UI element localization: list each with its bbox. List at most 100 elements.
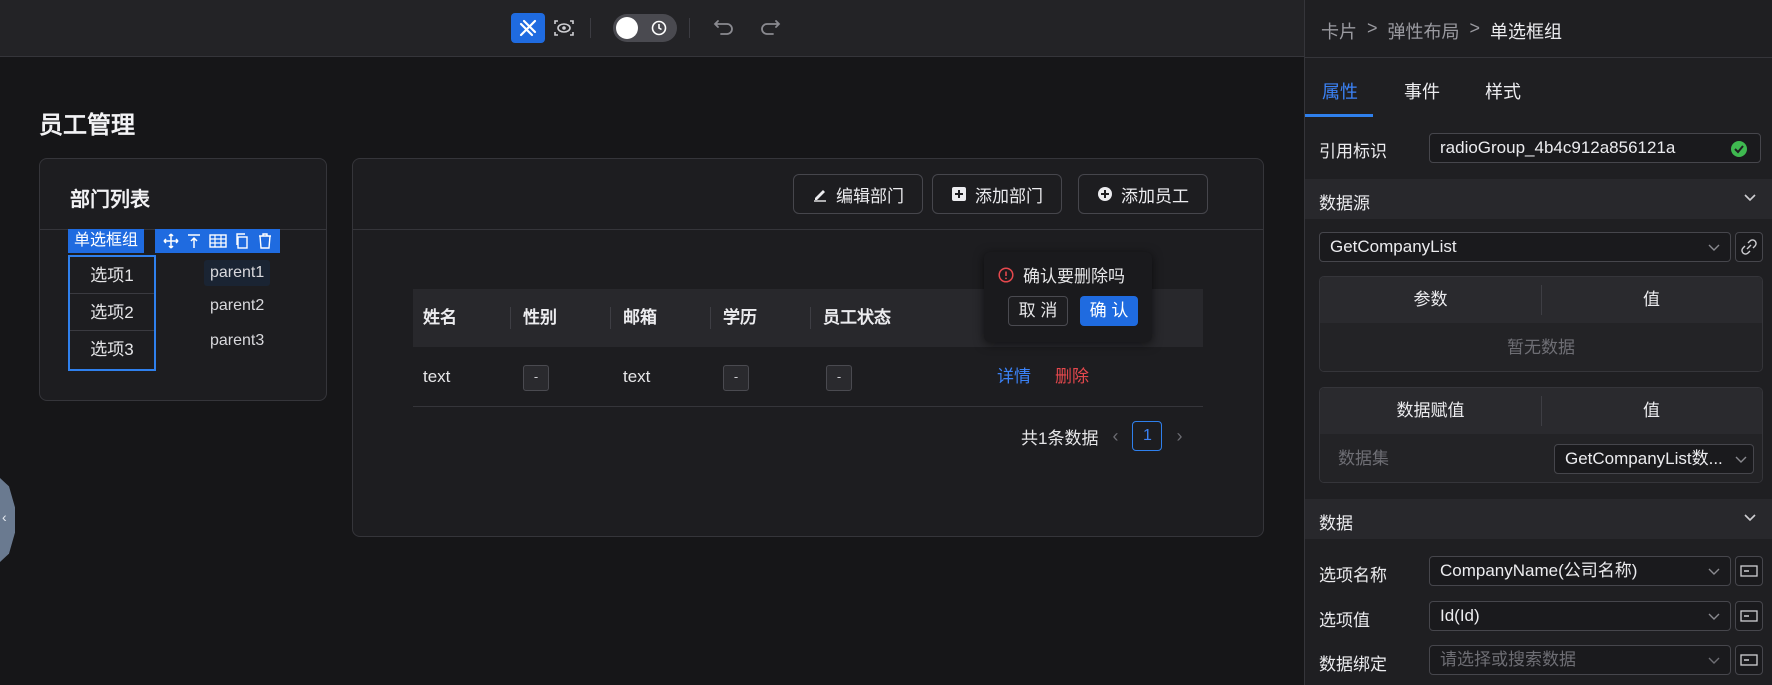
design-mode-button[interactable] bbox=[511, 13, 545, 43]
property-panel: 卡片 > 弹性布局 > 单选框组 属性 事件 样式 引用标识 radioGrou… bbox=[1304, 0, 1772, 685]
undo-icon[interactable] bbox=[712, 14, 736, 38]
plus-square-icon bbox=[952, 187, 966, 201]
add-department-label: 添加部门 bbox=[975, 186, 1043, 206]
warning-icon bbox=[998, 266, 1014, 283]
option-value-row: 选项值 bbox=[1319, 606, 1370, 631]
column-header: 邮箱 bbox=[623, 308, 657, 327]
params-table: 参数 值 暂无数据 bbox=[1319, 276, 1763, 372]
cancel-button[interactable]: 取 消 bbox=[1008, 296, 1068, 326]
department-card-title: 部门列表 bbox=[70, 189, 150, 211]
breadcrumb-item[interactable]: 弹性布局 bbox=[1388, 18, 1460, 44]
cell-education: - bbox=[723, 365, 749, 391]
tab-properties[interactable]: 属性 bbox=[1322, 78, 1358, 104]
tree-item[interactable]: parent2 bbox=[204, 295, 270, 330]
cell-status: - bbox=[826, 365, 852, 391]
column-header: 性别 bbox=[523, 308, 557, 327]
data-binding-select[interactable]: 请选择或搜索数据 bbox=[1429, 645, 1731, 675]
preview-eye-icon bbox=[554, 20, 574, 36]
radio-option[interactable]: 选项2 bbox=[70, 294, 154, 331]
popconfirm-text: 确认要删除吗 bbox=[1023, 267, 1125, 286]
chevron-down-icon bbox=[1735, 456, 1747, 463]
chevron-left-icon: ‹ bbox=[2, 509, 7, 525]
radio-option[interactable]: 选项1 bbox=[70, 257, 154, 294]
option-name-row: 选项名称 bbox=[1319, 561, 1387, 586]
option-value-select[interactable]: Id(Id) bbox=[1429, 601, 1731, 631]
add-department-button[interactable]: 添加部门 bbox=[932, 174, 1062, 214]
tab-styles[interactable]: 样式 bbox=[1485, 78, 1521, 104]
toggle-knob bbox=[616, 17, 638, 39]
data-binding-label: 数据绑定 bbox=[1319, 655, 1387, 674]
dataset-select[interactable]: GetCompanyList数... bbox=[1554, 444, 1754, 474]
option-name-select[interactable]: CompanyName(公司名称) bbox=[1429, 556, 1731, 586]
mode-switch-group bbox=[511, 13, 581, 43]
pagination: 共1条数据 ‹ 1 › bbox=[1021, 421, 1182, 451]
field-binding-button[interactable] bbox=[1735, 645, 1763, 675]
column-header: 数据赋值 bbox=[1396, 401, 1465, 420]
popconfirm-message: 确认要删除吗 bbox=[998, 262, 1125, 287]
cell-name: text bbox=[423, 367, 451, 386]
move-icon[interactable] bbox=[162, 233, 179, 249]
copy-icon[interactable] bbox=[234, 233, 250, 249]
page-number[interactable]: 1 bbox=[1132, 421, 1163, 451]
move-to-top-icon[interactable] bbox=[186, 233, 202, 249]
datasource-section-title: 数据源 bbox=[1319, 194, 1370, 213]
link-datasource-button[interactable] bbox=[1735, 232, 1763, 262]
cell-email: text bbox=[623, 367, 651, 386]
radio-group[interactable]: 选项1 选项2 选项3 bbox=[68, 255, 156, 371]
preview-mode-button[interactable] bbox=[547, 13, 581, 43]
selected-component-tag[interactable]: 单选框组 bbox=[68, 229, 145, 253]
component-toolbar bbox=[155, 229, 280, 253]
table-row: text - text - - 详情 删除 bbox=[413, 347, 1203, 407]
column-header: 学历 bbox=[723, 308, 757, 327]
input-box-icon bbox=[1740, 654, 1758, 666]
datasource-section-header[interactable]: 数据源 bbox=[1305, 179, 1772, 219]
add-employee-label: 添加员工 bbox=[1121, 186, 1189, 206]
detail-link[interactable]: 详情 bbox=[997, 347, 1031, 407]
delete-link[interactable]: 删除 bbox=[1055, 347, 1089, 407]
data-section-header[interactable]: 数据 bbox=[1305, 499, 1772, 539]
option-name-label: 选项名称 bbox=[1319, 566, 1387, 585]
plus-circle-icon bbox=[1098, 187, 1112, 201]
datasource-select[interactable]: GetCompanyList bbox=[1319, 232, 1731, 262]
ref-id-input[interactable]: radioGroup_4b4c912a856121a bbox=[1429, 133, 1761, 163]
trash-icon[interactable] bbox=[257, 233, 273, 249]
input-box-icon bbox=[1740, 565, 1758, 577]
column-header: 值 bbox=[1643, 401, 1660, 420]
radio-option[interactable]: 选项3 bbox=[70, 331, 154, 368]
moon-icon bbox=[651, 20, 667, 36]
column-header: 员工状态 bbox=[823, 308, 891, 327]
confirm-button[interactable]: 确 认 bbox=[1080, 296, 1138, 326]
prev-page-icon[interactable]: ‹ bbox=[1112, 426, 1118, 447]
top-toolbar bbox=[0, 0, 1304, 57]
theme-toggle[interactable] bbox=[613, 14, 677, 42]
tree-item[interactable]: parent3 bbox=[204, 330, 270, 365]
field-binding-button[interactable] bbox=[1735, 556, 1763, 586]
next-page-icon[interactable]: › bbox=[1176, 426, 1182, 447]
ref-id-label: 引用标识 bbox=[1319, 142, 1387, 161]
tab-events[interactable]: 事件 bbox=[1404, 78, 1440, 104]
breadcrumb-separator: > bbox=[1367, 18, 1378, 38]
add-employee-button[interactable]: 添加员工 bbox=[1078, 174, 1208, 214]
edit-department-button[interactable]: 编辑部门 bbox=[793, 174, 923, 214]
chevron-down-icon bbox=[1708, 244, 1720, 251]
assign-table-row: 数据集 GetCompanyList数... bbox=[1320, 434, 1762, 482]
dataset-label: 数据集 bbox=[1338, 449, 1389, 468]
active-tab-indicator bbox=[1305, 114, 1373, 117]
tree-item[interactable]: parent1 bbox=[204, 260, 271, 286]
field-binding-button[interactable] bbox=[1735, 601, 1763, 631]
delete-popconfirm: 确认要删除吗 取 消 确 认 bbox=[984, 252, 1152, 342]
assign-table: 数据赋值 值 数据集 GetCompanyList数... bbox=[1319, 387, 1763, 483]
panel-tabs: 属性 事件 样式 bbox=[1305, 58, 1772, 118]
column-header: 姓名 bbox=[423, 308, 457, 327]
breadcrumb-item[interactable]: 卡片 bbox=[1321, 18, 1357, 44]
chevron-down-icon bbox=[1744, 194, 1756, 202]
page-title: 员工管理 bbox=[39, 112, 135, 139]
grid-icon[interactable] bbox=[208, 233, 227, 249]
chevron-down-icon bbox=[1708, 613, 1720, 620]
data-binding-row: 数据绑定 bbox=[1319, 650, 1387, 675]
column-header: 参数 bbox=[1413, 290, 1448, 309]
collapse-handle[interactable]: ‹ bbox=[0, 478, 15, 562]
column-divider bbox=[610, 307, 611, 329]
redo-icon[interactable] bbox=[758, 14, 782, 38]
toolbar-divider bbox=[590, 18, 591, 38]
